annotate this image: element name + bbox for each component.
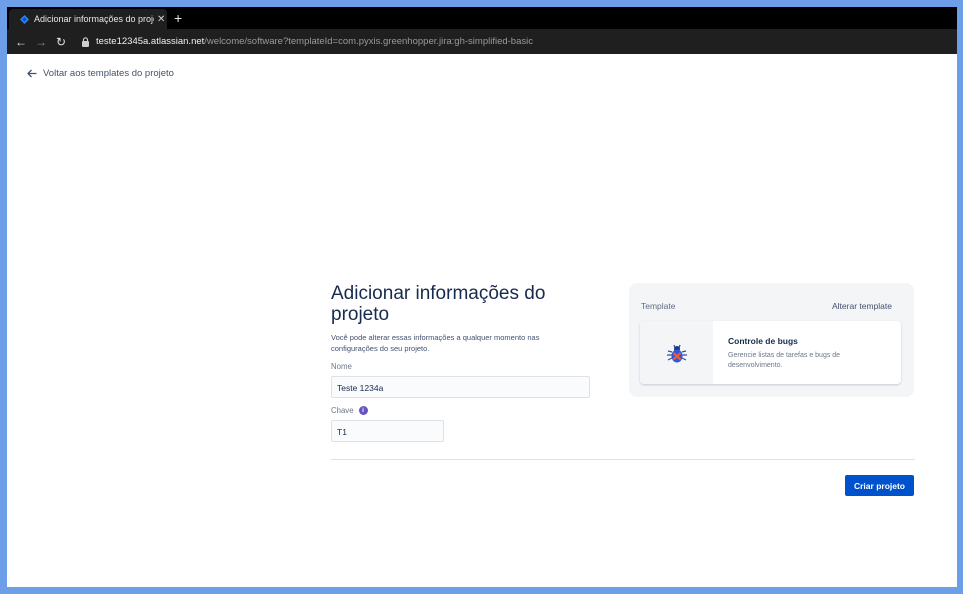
project-details-form: Adicionar informações do projeto Você po… [331, 283, 593, 442]
browser-window: Adicionar informações do projeto ✕ + ← →… [7, 7, 957, 587]
url-bar[interactable]: teste12345a.atlassian.net/welcome/softwa… [81, 36, 533, 47]
template-label: Template [641, 301, 676, 311]
reload-icon[interactable]: ↻ [51, 35, 71, 49]
key-field[interactable]: T1 [331, 420, 444, 442]
change-template-button[interactable]: Alterar template [832, 301, 892, 311]
forward-arrow-icon[interactable]: → [31, 35, 51, 49]
template-icon-box [640, 321, 713, 384]
page-title: Adicionar informações do projeto [331, 283, 546, 325]
tab-bar: Adicionar informações do projeto ✕ + [7, 7, 957, 29]
name-label: Nome [331, 362, 593, 371]
url-path: /welcome/software?templateId=com.pyxis.g… [204, 36, 533, 47]
back-arrow-icon[interactable]: ← [11, 35, 31, 49]
page-subtitle: Você pode alterar essas informações a qu… [331, 333, 540, 353]
create-project-button[interactable]: Criar projeto [845, 475, 914, 496]
lock-icon [82, 36, 89, 47]
tab-title: Adicionar informações do projeto [34, 14, 154, 24]
back-link-label: Voltar aos templates do projeto [43, 68, 174, 79]
browser-tab[interactable]: Adicionar informações do projeto ✕ [9, 9, 167, 29]
jira-icon [20, 14, 29, 24]
template-card: Template Alterar template Controle de bu… [629, 283, 914, 397]
info-icon[interactable]: i [358, 406, 368, 415]
template-description: Gerencie listas de tarefas e bugs de des… [728, 352, 841, 369]
key-label: Chave i [331, 406, 593, 415]
address-bar-row: ← → ↻ teste12345a.atlassian.net/welcome/… [7, 29, 957, 54]
selected-template: Controle de bugs Gerencie listas de tare… [640, 321, 901, 384]
key-label-text: Chave [331, 406, 354, 415]
close-tab-icon[interactable]: ✕ [157, 14, 165, 25]
new-tab-button[interactable]: + [174, 9, 182, 27]
arrow-left-icon [27, 69, 37, 78]
bug-icon [666, 344, 687, 362]
back-to-templates-link[interactable]: Voltar aos templates do projeto [27, 68, 174, 79]
url-host: teste12345a.atlassian.net [96, 36, 205, 47]
template-name: Controle de bugs [728, 336, 798, 346]
divider [331, 459, 915, 460]
name-field[interactable]: Teste 1234a [331, 376, 590, 398]
name-label-text: Nome [331, 362, 352, 371]
